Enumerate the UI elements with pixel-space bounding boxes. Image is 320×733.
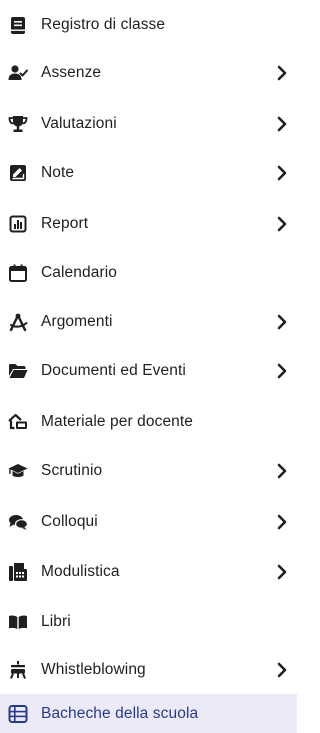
menu-item-label: Whistleblowing bbox=[41, 661, 146, 678]
menu-item-label: Report bbox=[41, 215, 89, 232]
menu-item-whistleblowing[interactable]: Whistleblowing bbox=[0, 645, 297, 695]
menu-item-label: Assenze bbox=[41, 64, 102, 81]
menu-item-label: Scrutinio bbox=[41, 462, 103, 479]
chevron-right-icon bbox=[274, 564, 290, 580]
menu-item-documenti-ed-eventi[interactable]: Documenti ed Eventi bbox=[0, 346, 297, 396]
menu-item-assenze[interactable]: Assenze bbox=[0, 48, 297, 98]
chevron-right-icon bbox=[274, 662, 290, 678]
menu-item-calendario[interactable]: Calendario bbox=[0, 248, 297, 298]
chevron-right-icon bbox=[274, 165, 290, 181]
menu-item-label: Libri bbox=[41, 613, 71, 630]
menu-item-report[interactable]: Report bbox=[0, 199, 297, 249]
user-check-icon bbox=[8, 63, 28, 83]
trophy-icon bbox=[8, 114, 28, 134]
menu-item-label: Bacheche della scuola bbox=[41, 704, 199, 722]
menu-item-label: Colloqui bbox=[41, 513, 98, 530]
menu-item-label: Registro di classe bbox=[41, 16, 166, 33]
chat-icon bbox=[8, 512, 28, 532]
teacher-material-icon bbox=[8, 412, 28, 432]
menu-item-label: Documenti ed Eventi bbox=[41, 362, 186, 379]
menu-item-label: Modulistica bbox=[41, 563, 120, 580]
menu-item-note[interactable]: Note bbox=[0, 148, 297, 198]
list-board-icon bbox=[8, 704, 28, 724]
note-icon bbox=[8, 163, 28, 183]
calendar-icon bbox=[8, 263, 28, 283]
menu-item-registro-di-classe[interactable]: Registro di classe bbox=[0, 0, 297, 50]
book-open-icon bbox=[8, 612, 28, 632]
compass-icon bbox=[8, 312, 28, 332]
fax-icon bbox=[8, 562, 28, 582]
menu-item-label: Calendario bbox=[41, 264, 117, 281]
menu-item-colloqui[interactable]: Colloqui bbox=[0, 497, 297, 547]
menu-item-label: Note bbox=[41, 164, 75, 181]
journal-icon bbox=[8, 15, 28, 35]
menu-item-argomenti[interactable]: Argomenti bbox=[0, 297, 297, 347]
menu-item-modulistica[interactable]: Modulistica bbox=[0, 547, 297, 597]
menu-item-materiale-per-docente[interactable]: Materiale per docente bbox=[0, 397, 297, 447]
chevron-right-icon bbox=[274, 363, 290, 379]
chevron-right-icon bbox=[274, 514, 290, 530]
folder-icon bbox=[8, 361, 28, 381]
menu-item-label: Argomenti bbox=[41, 313, 113, 330]
menu-item-label: Materiale per docente bbox=[41, 413, 194, 430]
chart-icon bbox=[8, 214, 28, 234]
chevron-right-icon bbox=[274, 463, 290, 479]
graduation-cap-icon bbox=[8, 461, 28, 481]
sidebar-menu: Registro di classe Assenze Valutazioni N… bbox=[0, 0, 297, 733]
menu-item-valutazioni[interactable]: Valutazioni bbox=[0, 99, 297, 149]
chevron-right-icon bbox=[274, 116, 290, 132]
menu-item-bacheche-della-scuola[interactable]: Bacheche della scuola bbox=[0, 694, 297, 733]
chevron-right-icon bbox=[274, 65, 290, 81]
menu-item-label: Valutazioni bbox=[41, 115, 117, 132]
menu-item-libri[interactable]: Libri bbox=[0, 597, 297, 647]
chevron-right-icon bbox=[274, 216, 290, 232]
whistle-icon bbox=[8, 660, 28, 680]
menu-item-scrutinio[interactable]: Scrutinio bbox=[0, 446, 297, 496]
chevron-right-icon bbox=[274, 314, 290, 330]
